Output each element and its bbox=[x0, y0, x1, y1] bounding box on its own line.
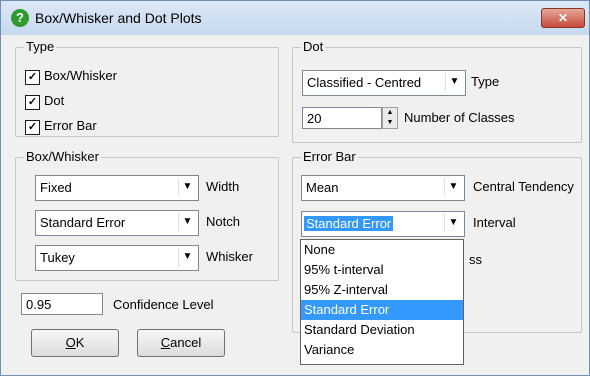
number-of-classes-spinner[interactable]: ▲ ▼ bbox=[382, 107, 398, 129]
window-title: Box/Whisker and Dot Plots bbox=[35, 10, 202, 26]
title-bar[interactable]: ? Box/Whisker and Dot Plots ✕ bbox=[1, 1, 589, 35]
dropdown-option-variance[interactable]: Variance bbox=[301, 340, 463, 360]
width-label: Width bbox=[206, 179, 240, 194]
chevron-down-icon[interactable]: ▼ bbox=[444, 178, 462, 196]
spin-down-icon[interactable]: ▼ bbox=[383, 118, 397, 128]
ok-button[interactable]: OK bbox=[31, 329, 119, 357]
interval-value: Standard Error bbox=[304, 216, 394, 231]
dropdown-option-z-interval[interactable]: 95% Z-interval bbox=[301, 280, 463, 300]
dropdown-option-none[interactable]: None bbox=[301, 240, 463, 260]
chevron-down-icon[interactable]: ▼ bbox=[178, 248, 196, 266]
number-of-classes-input[interactable]: 20 bbox=[302, 107, 382, 129]
dot-type-label: Type bbox=[471, 74, 500, 89]
dialog-body: Type ✓ Box/Whisker ✓ Dot ✓ Error Bar Dot… bbox=[9, 35, 582, 367]
cancel-button[interactable]: Cancel bbox=[137, 329, 225, 357]
dot-label: Dot bbox=[44, 93, 65, 108]
notch-label: Notch bbox=[206, 214, 240, 229]
chevron-down-icon[interactable]: ▼ bbox=[178, 178, 196, 196]
help-question-icon: ? bbox=[11, 9, 29, 27]
dot-checkbox[interactable]: ✓ bbox=[25, 95, 40, 110]
confidence-level-label: Confidence Level bbox=[113, 297, 214, 312]
chevron-down-icon[interactable]: ▼ bbox=[444, 214, 462, 232]
interval-dropdown-list[interactable]: None 95% t-interval 95% Z-interval Stand… bbox=[300, 239, 464, 365]
type-group-label: Type bbox=[24, 39, 57, 54]
confidence-level-input[interactable]: 0.95 bbox=[21, 293, 103, 315]
box-whisker-label: Box/Whisker bbox=[44, 68, 117, 83]
box-whisker-group: Box/Whisker Fixed ▼ Width Standard Error… bbox=[15, 149, 279, 281]
spin-up-icon[interactable]: ▲ bbox=[383, 108, 397, 118]
whisker-value: Tukey bbox=[40, 250, 75, 265]
whisker-combo[interactable]: Tukey ▼ bbox=[35, 245, 199, 271]
central-tendency-label: Central Tendency bbox=[473, 179, 574, 194]
error-bar-checkbox[interactable]: ✓ bbox=[25, 120, 40, 135]
dropdown-option-standard-error[interactable]: Standard Error bbox=[301, 300, 463, 320]
dot-group-label: Dot bbox=[301, 39, 326, 54]
error-bar-label: Error Bar bbox=[44, 118, 97, 133]
cancel-label-rest: ancel bbox=[170, 335, 202, 350]
dropdown-option-t-interval[interactable]: 95% t-interval bbox=[301, 260, 463, 280]
central-tendency-combo[interactable]: Mean ▼ bbox=[301, 175, 465, 201]
close-button[interactable]: ✕ bbox=[541, 8, 585, 28]
dot-type-combo[interactable]: Classified - Centred ▼ bbox=[302, 70, 466, 96]
interval-label: Interval bbox=[473, 215, 516, 230]
notch-value: Standard Error bbox=[40, 215, 126, 230]
error-bar-group-label: Error Bar bbox=[301, 149, 358, 164]
number-of-classes-label: Number of Classes bbox=[404, 110, 515, 125]
ok-mnemonic: O bbox=[65, 335, 76, 350]
obscured-label-tail: ss bbox=[469, 252, 482, 267]
box-whisker-checkbox[interactable]: ✓ bbox=[25, 70, 40, 85]
chevron-down-icon[interactable]: ▼ bbox=[445, 73, 463, 91]
width-combo[interactable]: Fixed ▼ bbox=[35, 175, 199, 201]
whisker-label: Whisker bbox=[206, 249, 253, 264]
type-group: Type ✓ Box/Whisker ✓ Dot ✓ Error Bar bbox=[15, 39, 279, 137]
interval-combo[interactable]: Standard Error ▼ bbox=[301, 211, 465, 237]
chevron-down-icon[interactable]: ▼ bbox=[178, 213, 196, 231]
box-whisker-group-label: Box/Whisker bbox=[24, 149, 101, 164]
dropdown-option-standard-deviation[interactable]: Standard Deviation bbox=[301, 320, 463, 340]
central-tendency-value: Mean bbox=[306, 180, 339, 195]
dot-type-value: Classified - Centred bbox=[307, 75, 422, 90]
dot-group: Dot Classified - Centred ▼ Type 20 ▲ ▼ N… bbox=[292, 39, 582, 143]
ok-label-rest: K bbox=[75, 335, 85, 350]
width-value: Fixed bbox=[40, 180, 72, 195]
dialog-window: ? Box/Whisker and Dot Plots ✕ Type ✓ Box… bbox=[0, 0, 590, 376]
cancel-mnemonic: C bbox=[160, 335, 171, 350]
notch-combo[interactable]: Standard Error ▼ bbox=[35, 210, 199, 236]
